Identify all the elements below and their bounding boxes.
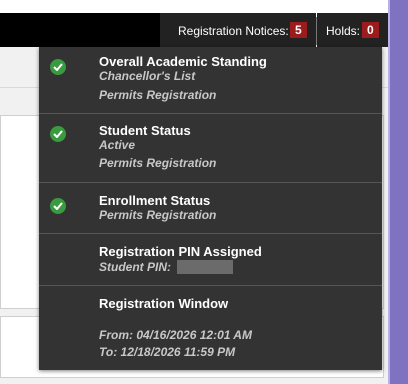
- top-bar: Registration Notices: 5 Holds: 0: [0, 0, 408, 47]
- notice-item-academic-standing: Overall Academic Standing Chancellor's L…: [39, 47, 382, 114]
- notice-item-student-status: Student Status Active Permits Registrati…: [39, 114, 382, 183]
- check-circle-icon: [50, 126, 66, 142]
- notice-detail: Permits Registration: [99, 208, 217, 222]
- check-circle-icon: [50, 59, 66, 75]
- notice-title: Enrollment Status: [99, 193, 211, 208]
- redacted-pin: [177, 260, 233, 274]
- notice-item-registration-window: Registration Window From: 04/16/2026 12:…: [39, 286, 382, 370]
- registration-notices-dropdown: Overall Academic Standing Chancellor's L…: [39, 47, 382, 370]
- notice-title: Student Status: [99, 123, 191, 138]
- window-edge: [390, 0, 408, 384]
- notice-detail: Student PIN:: [99, 260, 171, 274]
- notice-detail: Active: [99, 138, 136, 152]
- notice-title: Registration Window: [99, 296, 229, 311]
- notice-detail: Chancellor's List: [99, 69, 196, 83]
- notice-detail: To: 12/18/2026 11:59 PM: [99, 345, 236, 359]
- holds-label: Holds:: [326, 24, 361, 38]
- registration-notices-count-badge: 5: [290, 22, 307, 38]
- check-circle-icon: [50, 198, 66, 214]
- notice-title: Overall Academic Standing: [99, 54, 267, 69]
- notice-detail: From: 04/16/2026 12:01 AM: [99, 328, 252, 342]
- notice-item-enrollment-status: Enrollment Status Permits Registration: [39, 183, 382, 234]
- holds-count-badge: 0: [362, 22, 379, 38]
- registration-notices-label: Registration Notices:: [178, 24, 289, 38]
- notice-title: Registration PIN Assigned: [99, 244, 262, 259]
- notice-detail: Permits Registration: [99, 156, 217, 170]
- notice-detail: Permits Registration: [99, 88, 217, 102]
